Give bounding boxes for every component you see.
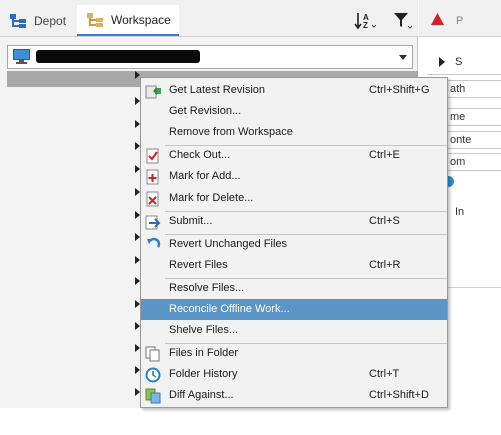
filter-funnel-icon	[393, 11, 413, 34]
name-field[interactable]: me	[447, 108, 501, 126]
context-menu: Get Latest Revision Ctrl+Shift+G Get Revis…	[140, 77, 448, 408]
sort-button[interactable]: AZ	[354, 11, 377, 34]
revert-icon	[145, 237, 161, 253]
menu-item-label: Check Out...	[169, 149, 231, 161]
details-tab-label[interactable]: P	[456, 15, 463, 27]
mark-delete-icon	[145, 191, 161, 207]
menu-item-label: Get Latest Revision	[169, 84, 265, 96]
tab-workspace-label: Workspace	[111, 12, 171, 27]
menu-item-folder-history[interactable]: Folder History Ctrl+T	[141, 364, 447, 385]
menu-item-shortcut: Ctrl+E	[369, 149, 400, 161]
menu-separator	[165, 211, 447, 212]
menu-item-label: Files in Folder	[169, 347, 239, 359]
alert-triangle-icon[interactable]	[431, 13, 444, 28]
content-field[interactable]: onte	[447, 131, 501, 149]
menu-item-label: Revert Unchanged Files	[169, 238, 288, 250]
files-in-folder-icon	[145, 346, 161, 362]
tab-depot[interactable]: Depot	[0, 5, 76, 36]
menu-item-label: Diff Against...	[169, 389, 234, 401]
menu-item-revert-unchanged-files[interactable]: Revert Unchanged Files	[141, 234, 447, 255]
details-toolbar: P	[419, 0, 501, 37]
filter-button[interactable]	[393, 12, 413, 32]
menu-item-label: Mark for Add...	[169, 170, 241, 182]
workspace-selector[interactable]	[7, 45, 413, 69]
menu-item-remove-from-workspace[interactable]: Remove from Workspace	[141, 122, 447, 143]
menu-item-shelve-files[interactable]: Shelve Files...	[141, 320, 447, 341]
download-green-icon	[145, 83, 161, 99]
menu-item-label: Shelve Files...	[169, 324, 239, 336]
tab-workspace[interactable]: Workspace	[77, 5, 179, 36]
submit-icon	[145, 214, 161, 230]
details-divider	[427, 74, 501, 75]
menu-item-mark-for-delete[interactable]: Mark for Delete...	[141, 188, 447, 209]
workspace-name-redacted	[36, 50, 200, 63]
checkout-icon	[145, 148, 161, 164]
menu-item-resolve-files[interactable]: Resolve Files...	[141, 278, 447, 299]
menu-item-reconcile-offline-work[interactable]: Reconcile Offline Work...	[141, 299, 447, 320]
menu-item-files-in-folder[interactable]: Files in Folder	[141, 343, 447, 364]
menu-item-label: Mark for Delete...	[169, 192, 254, 204]
menu-separator	[165, 278, 447, 279]
details-section-label: S	[455, 56, 463, 68]
menu-separator	[165, 343, 447, 344]
path-field[interactable]: ath	[447, 80, 501, 98]
menu-item-label: Submit...	[169, 215, 213, 227]
menu-item-shortcut: Ctrl+Shift+G	[369, 84, 430, 96]
menu-item-get-latest-revision[interactable]: Get Latest Revision Ctrl+Shift+G	[141, 80, 447, 101]
tab-depot-label: Depot	[34, 13, 67, 28]
menu-separator	[165, 145, 447, 146]
menu-item-get-revision[interactable]: Get Revision...	[141, 101, 447, 122]
menu-item-shortcut: Ctrl+Shift+D	[369, 389, 429, 401]
comment-field[interactable]: om	[447, 153, 501, 171]
svg-text:Z: Z	[363, 21, 368, 30]
sort-az-icon: AZ	[354, 11, 377, 34]
menu-item-diff-against[interactable]: Diff Against... Ctrl+Shift+D	[141, 385, 447, 406]
workspace-folder-icon	[87, 12, 103, 27]
history-clock-icon	[145, 367, 161, 383]
menu-item-label: Remove from Workspace	[169, 126, 293, 138]
menu-item-label: Folder History	[169, 368, 238, 380]
menu-item-shortcut: Ctrl+S	[369, 215, 400, 227]
computer-monitor-icon	[13, 49, 30, 67]
menu-item-label: Revert Files	[169, 259, 228, 271]
mark-add-icon	[145, 169, 161, 185]
chevron-down-icon	[399, 55, 407, 60]
menu-item-submit[interactable]: Submit... Ctrl+S	[141, 211, 447, 232]
menu-item-shortcut: Ctrl+T	[369, 368, 400, 380]
diff-icon	[145, 388, 161, 404]
menu-item-mark-for-add[interactable]: Mark for Add...	[141, 166, 447, 187]
menu-separator	[165, 234, 447, 235]
details-info-label: In	[455, 206, 465, 218]
menu-item-label: Resolve Files...	[169, 282, 245, 294]
depot-tree-icon	[10, 13, 26, 28]
menu-item-label: Reconcile Offline Work...	[169, 303, 290, 315]
menu-item-shortcut: Ctrl+R	[369, 259, 401, 271]
expand-right-icon[interactable]	[439, 57, 445, 67]
menu-item-label: Get Revision...	[169, 105, 242, 117]
menu-item-check-out[interactable]: Check Out... Ctrl+E	[141, 145, 447, 166]
panel-tab-bar: Depot Workspace AZ	[0, 0, 418, 37]
menu-item-revert-files[interactable]: Revert Files Ctrl+R	[141, 255, 447, 276]
